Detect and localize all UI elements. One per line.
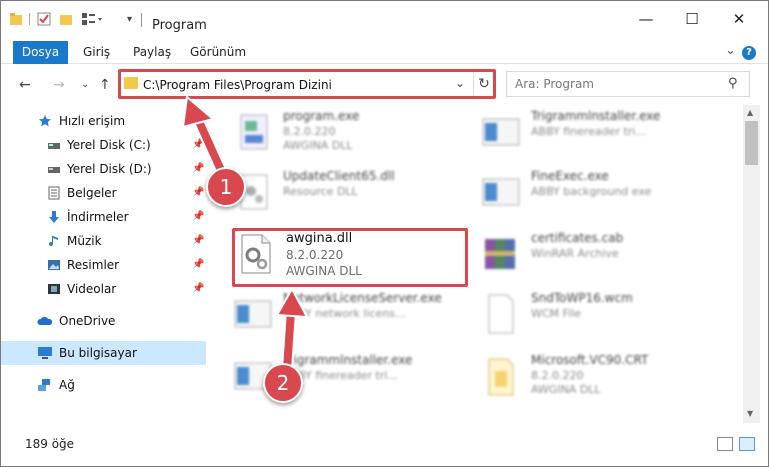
explorer-window: ▾ Program — ☐ ✕ Dosya Giriş Paylaş Görün… (0, 0, 769, 467)
callout-badge-2: 2 (263, 363, 303, 403)
arrow-to-awgina-file (275, 286, 309, 375)
arrow-to-address-bar (181, 95, 231, 185)
annotation-arrows (181, 95, 309, 375)
callout-badge-1: 1 (206, 167, 246, 207)
